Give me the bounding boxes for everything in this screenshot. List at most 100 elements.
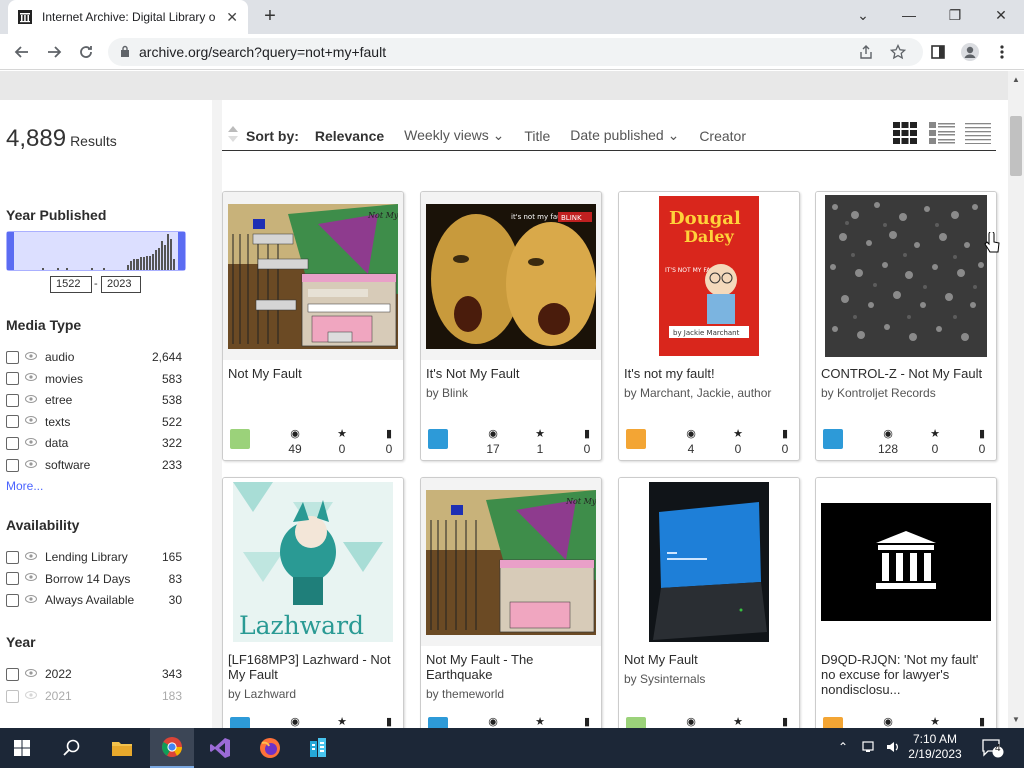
new-tab-button[interactable]: + xyxy=(258,5,282,29)
url-field[interactable]: archive.org/search?query=not+my+fault xyxy=(108,38,923,66)
tab-close-icon[interactable]: ✕ xyxy=(226,9,238,26)
eye-icon[interactable] xyxy=(25,551,39,563)
year-facet[interactable]: 2022 343 xyxy=(6,665,182,683)
card-thumbnail[interactable]: it's not my fault! BLINK xyxy=(421,192,601,360)
card-creator[interactable]: by Lazhward xyxy=(223,682,403,701)
card-thumbnail[interactable]: Not My Fault xyxy=(421,478,601,646)
scroll-down-icon[interactable]: ▼ xyxy=(1012,715,1020,724)
compact-list-view-icon[interactable] xyxy=(964,121,992,145)
browser-tab[interactable]: Internet Archive: Digital Library o ✕ xyxy=(8,0,248,34)
year-histogram[interactable] xyxy=(6,231,186,271)
card-creator[interactable]: by Marchant, Jackie, author xyxy=(619,381,799,400)
availability-facet[interactable]: Lending Library 165 xyxy=(6,548,182,566)
card-title[interactable]: Not My Fault xyxy=(223,360,403,381)
notifications-icon[interactable]: 4 xyxy=(982,738,1004,761)
list-detail-view-icon[interactable] xyxy=(928,121,956,145)
facet-checkbox[interactable] xyxy=(6,667,19,681)
media-type-facet[interactable]: software 233 xyxy=(6,456,182,474)
facet-checkbox[interactable] xyxy=(6,572,19,585)
more-media-types-link[interactable]: More... xyxy=(6,479,43,493)
scrollbar-thumb[interactable] xyxy=(1010,116,1022,176)
sort-date-published[interactable]: Date published ⌄ xyxy=(570,127,679,144)
card-title[interactable]: It's Not My Fault xyxy=(421,360,601,381)
media-type-facet[interactable]: texts 522 xyxy=(6,413,182,431)
app-buildings-icon[interactable] xyxy=(296,728,340,768)
card-creator[interactable]: by Kontroljet Records xyxy=(816,381,996,400)
tab-search-icon[interactable]: ⌄ xyxy=(840,0,886,30)
browser-menu-icon[interactable] xyxy=(990,40,1014,64)
card-title[interactable]: D9QD-RJQN: 'Not my fault' no excuse for … xyxy=(816,646,996,697)
media-type-facet[interactable]: data 322 xyxy=(6,434,182,452)
result-card[interactable] xyxy=(815,191,997,461)
result-card[interactable]: it's not my fault! BLINK xyxy=(420,191,602,461)
bookmark-star-icon[interactable] xyxy=(886,40,910,64)
result-card[interactable]: Not My Fault xyxy=(222,191,404,461)
card-title[interactable]: Not My Fault xyxy=(619,646,799,667)
facet-checkbox[interactable] xyxy=(6,436,19,450)
media-type-facet[interactable]: etree 538 xyxy=(6,391,182,409)
card-creator[interactable]: by Blink xyxy=(421,381,601,400)
visual-studio-icon[interactable] xyxy=(198,728,242,768)
card-title[interactable]: It's not my fault! xyxy=(619,360,799,381)
availability-facet[interactable]: Borrow 14 Days 83 xyxy=(6,570,182,588)
eye-icon[interactable] xyxy=(25,668,39,680)
facet-checkbox[interactable] xyxy=(6,689,19,703)
histogram-left-handle[interactable] xyxy=(7,232,14,270)
year-to-input[interactable]: 2023 xyxy=(101,276,141,293)
sort-title[interactable]: Title xyxy=(524,128,550,144)
eye-icon[interactable] xyxy=(25,351,39,363)
card-title[interactable]: CONTROL-Z - Not My Fault xyxy=(816,360,996,381)
card-thumbnail[interactable]: Dougal Daley IT'S NOT MY FAULT! by Jacki… xyxy=(619,192,799,360)
card-thumbnail[interactable]: Lazhward xyxy=(223,478,403,646)
year-from-input[interactable]: 1522 xyxy=(50,276,92,293)
chrome-icon[interactable] xyxy=(150,728,194,768)
side-panel-icon[interactable] xyxy=(926,40,950,64)
facet-checkbox[interactable] xyxy=(6,350,19,364)
share-icon[interactable] xyxy=(854,40,878,64)
sort-creator[interactable]: Creator xyxy=(699,128,746,144)
card-title[interactable]: [LF168MP3] Lazhward - Not My Fault xyxy=(223,646,403,682)
facet-checkbox[interactable] xyxy=(6,393,19,407)
file-explorer-icon[interactable] xyxy=(100,728,144,768)
card-title[interactable]: Not My Fault - The Earthquake xyxy=(421,646,601,682)
volume-icon[interactable] xyxy=(886,740,902,757)
restore-button[interactable]: ❐ xyxy=(932,0,978,30)
histogram-right-handle[interactable] xyxy=(178,232,185,270)
result-card[interactable]: Dougal Daley IT'S NOT MY FAULT! by Jacki… xyxy=(618,191,800,461)
eye-icon[interactable] xyxy=(25,459,39,471)
sort-relevance[interactable]: Relevance xyxy=(315,128,384,144)
search-icon[interactable] xyxy=(50,728,94,768)
card-creator[interactable]: by Sysinternals xyxy=(619,667,799,686)
year-facet[interactable]: 2021 183 xyxy=(6,687,182,705)
tray-chevron-icon[interactable]: ⌃ xyxy=(838,740,848,754)
card-thumbnail[interactable] xyxy=(816,478,996,646)
availability-facet[interactable]: Always Available 30 xyxy=(6,591,182,609)
back-icon[interactable] xyxy=(10,40,34,64)
minimize-button[interactable]: — xyxy=(886,0,932,30)
facet-checkbox[interactable] xyxy=(6,593,19,607)
scroll-up-icon[interactable]: ▲ xyxy=(1012,75,1020,84)
eye-icon[interactable] xyxy=(25,573,39,584)
facet-checkbox[interactable] xyxy=(6,458,19,472)
media-type-facet[interactable]: movies 583 xyxy=(6,370,182,388)
facet-checkbox[interactable] xyxy=(6,550,19,564)
facet-checkbox[interactable] xyxy=(6,372,19,386)
network-icon[interactable] xyxy=(862,740,878,757)
system-clock[interactable]: 7:10 AM 2/19/2023 xyxy=(908,732,962,762)
tile-view-icon[interactable] xyxy=(892,121,918,145)
reload-icon[interactable] xyxy=(74,40,98,64)
firefox-icon[interactable] xyxy=(248,728,292,768)
eye-icon[interactable] xyxy=(25,394,39,406)
eye-icon[interactable] xyxy=(25,594,39,606)
result-card[interactable] xyxy=(618,477,800,728)
sort-weekly-views[interactable]: Weekly views ⌄ xyxy=(404,127,504,144)
forward-icon[interactable] xyxy=(42,40,66,64)
facet-checkbox[interactable] xyxy=(6,415,19,429)
windows-start-icon[interactable] xyxy=(0,728,44,768)
card-thumbnail[interactable]: Not My Fault xyxy=(223,192,403,360)
sort-direction-icon[interactable] xyxy=(226,125,246,146)
eye-icon[interactable] xyxy=(25,690,39,702)
card-thumbnail[interactable] xyxy=(816,192,996,360)
media-type-facet[interactable]: audio 2,644 xyxy=(6,348,182,366)
card-thumbnail[interactable] xyxy=(619,478,799,646)
